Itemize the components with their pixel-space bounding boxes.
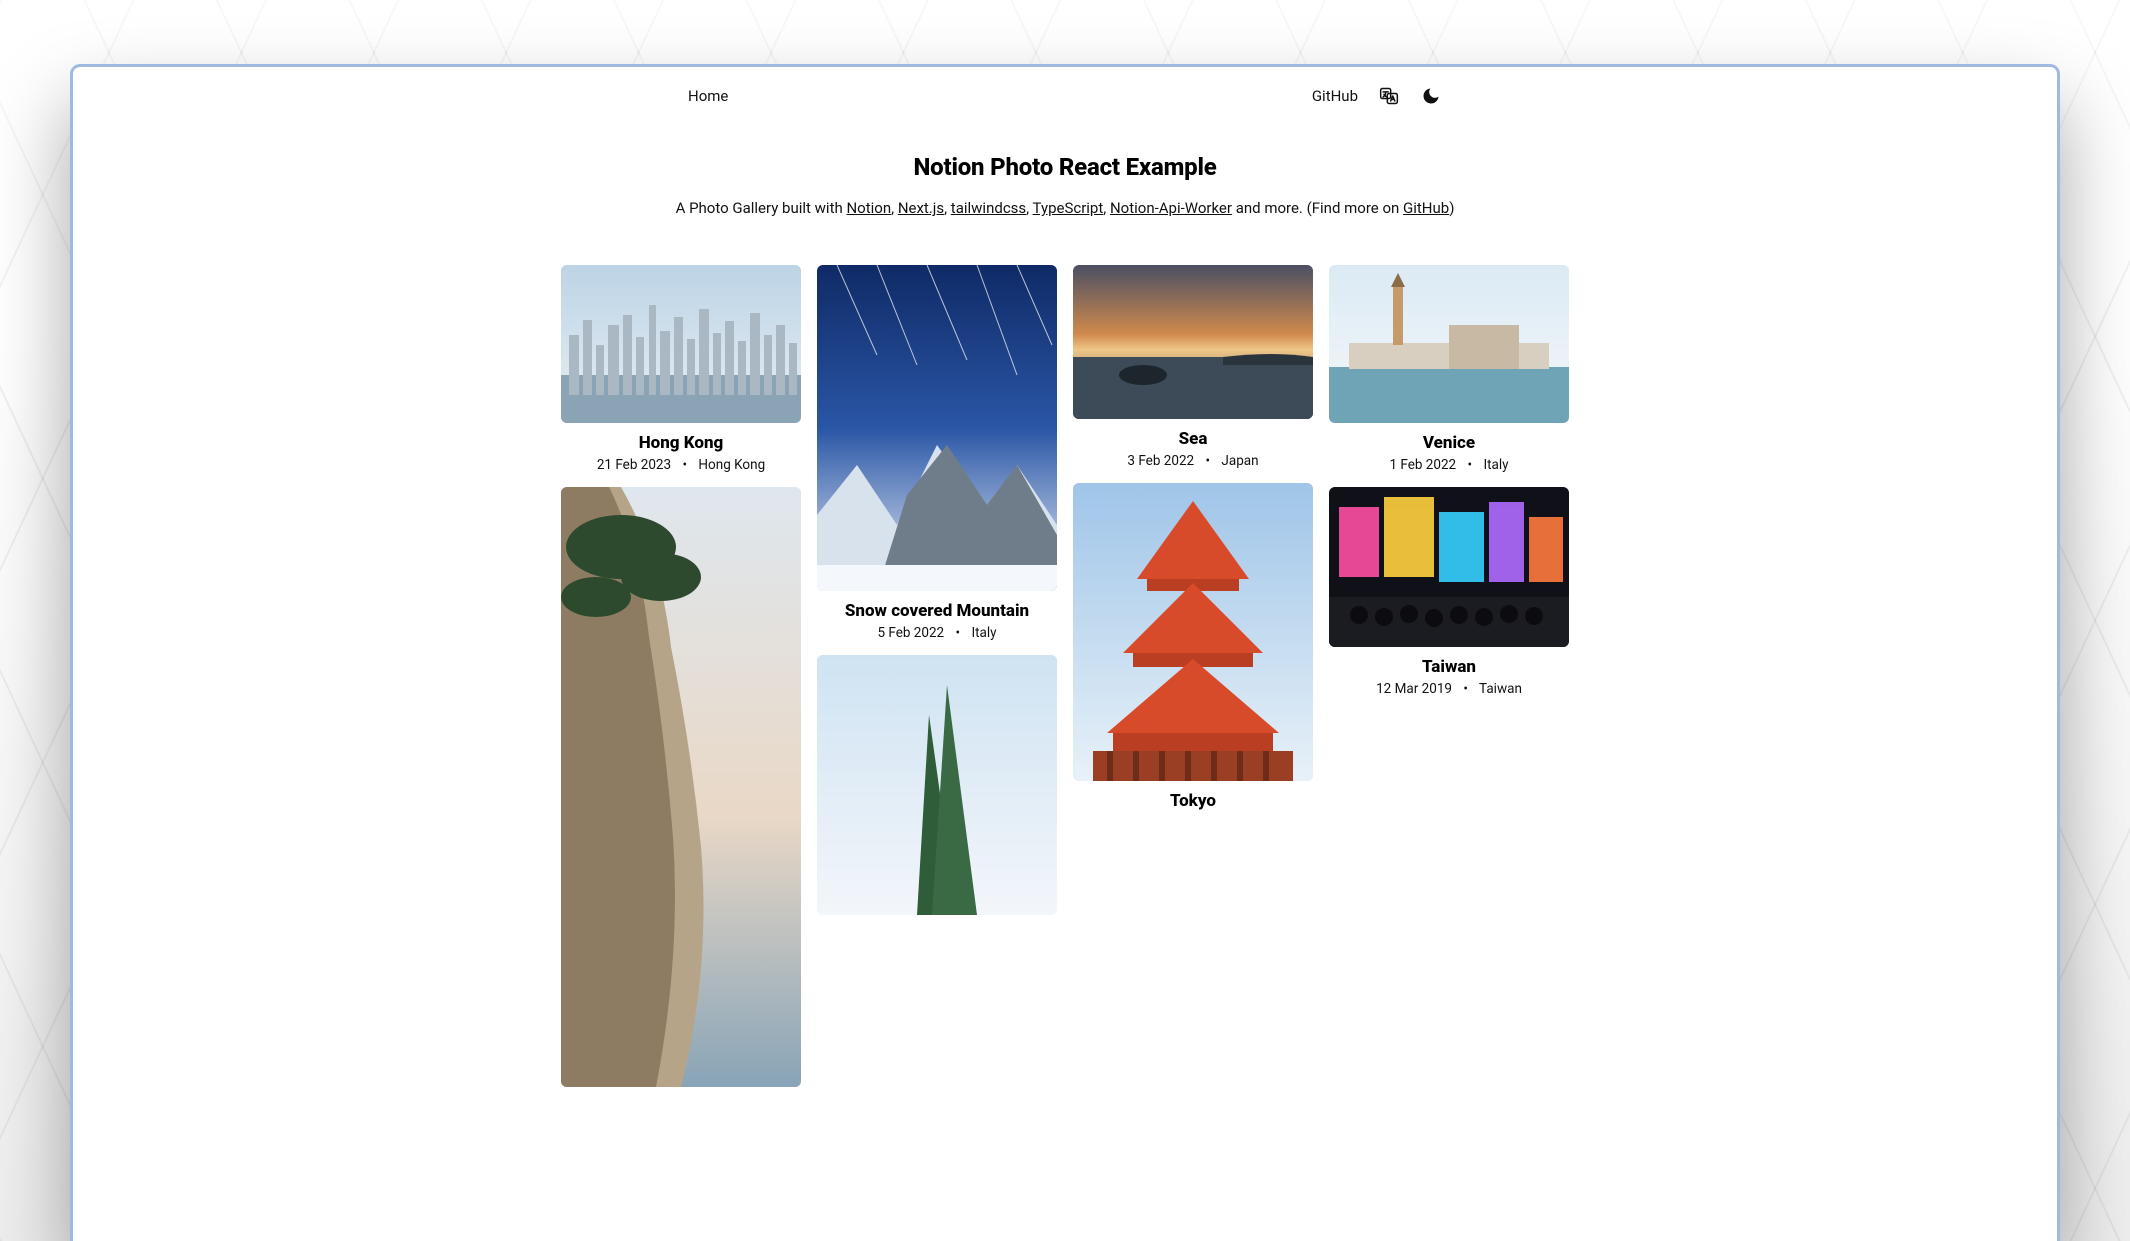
link-typescript[interactable]: TypeScript — [1033, 199, 1104, 217]
link-nextjs[interactable]: Next.js — [898, 199, 944, 217]
photo-gallery: Hong Kong 21 Feb 2023 • Hong Kong — [561, 265, 1569, 1087]
top-nav: Home GitHub — [680, 67, 1450, 117]
photo-card-venice[interactable]: Venice 1 Feb 2022 • Italy — [1329, 265, 1569, 475]
photo-date: 1 Feb 2022 — [1389, 457, 1456, 473]
meta-separator: • — [948, 625, 969, 641]
gallery-column: Sea 3 Feb 2022 • Japan — [1073, 265, 1313, 1087]
photo-thumbnail — [561, 265, 801, 423]
photo-title: Hong Kong — [565, 433, 797, 453]
photo-thumbnail — [817, 655, 1057, 915]
link-notion[interactable]: Notion — [846, 199, 891, 217]
photo-location: Italy — [1483, 457, 1508, 473]
nav-home-link[interactable]: Home — [688, 87, 728, 105]
meta-separator: • — [1455, 681, 1476, 697]
photo-title: Venice — [1333, 433, 1565, 453]
photo-thumbnail — [1073, 483, 1313, 781]
photo-caption: Taiwan 12 Mar 2019 • Taiwan — [1329, 647, 1569, 699]
gallery-column: Hong Kong 21 Feb 2023 • Hong Kong — [561, 265, 801, 1087]
page-title: Notion Photo React Example — [93, 153, 2037, 181]
gallery-column: Snow covered Mountain 5 Feb 2022 • Italy — [817, 265, 1057, 1087]
photo-meta: 21 Feb 2023 • Hong Kong — [565, 457, 797, 473]
photo-date: 5 Feb 2022 — [877, 625, 944, 641]
subtitle-mid: and more. (Find more on — [1232, 199, 1403, 217]
photo-card-cliff[interactable] — [561, 487, 801, 1087]
meta-separator: • — [674, 457, 695, 473]
photo-card-trees[interactable] — [817, 655, 1057, 915]
photo-meta: 12 Mar 2019 • Taiwan — [1333, 681, 1565, 697]
photo-date: 21 Feb 2023 — [597, 457, 671, 473]
photo-location: Italy — [971, 625, 996, 641]
photo-caption: Hong Kong 21 Feb 2023 • Hong Kong — [561, 423, 801, 475]
photo-title: Sea — [1077, 429, 1309, 449]
photo-caption: Sea 3 Feb 2022 • Japan — [1073, 419, 1313, 471]
photo-card-tokyo[interactable]: Tokyo — [1073, 483, 1313, 813]
photo-thumbnail — [1073, 265, 1313, 419]
photo-title: Taiwan — [1333, 657, 1565, 677]
photo-title: Snow covered Mountain — [821, 601, 1053, 621]
photo-caption: Tokyo — [1073, 781, 1313, 813]
photo-thumbnail — [561, 487, 801, 1087]
photo-thumbnail — [817, 265, 1057, 591]
link-github[interactable]: GitHub — [1403, 199, 1449, 217]
hero: Notion Photo React Example A Photo Galle… — [73, 117, 2057, 237]
photo-location: Taiwan — [1479, 681, 1522, 697]
subtitle-suffix: ) — [1449, 199, 1454, 217]
meta-separator: • — [1197, 453, 1218, 469]
photo-thumbnail — [1329, 487, 1569, 647]
language-icon[interactable] — [1378, 85, 1400, 107]
link-notion-api-worker[interactable]: Notion-Api-Worker — [1110, 199, 1232, 217]
photo-thumbnail — [1329, 265, 1569, 423]
subtitle-prefix: A Photo Gallery built with — [676, 199, 847, 217]
photo-caption: Snow covered Mountain 5 Feb 2022 • Italy — [817, 591, 1057, 643]
photo-meta: 3 Feb 2022 • Japan — [1077, 453, 1309, 469]
photo-card-snow-mountain[interactable]: Snow covered Mountain 5 Feb 2022 • Italy — [817, 265, 1057, 643]
browser-window: Home GitHub — [70, 64, 2060, 1241]
photo-meta: 5 Feb 2022 • Italy — [821, 625, 1053, 641]
nav-github-link[interactable]: GitHub — [1312, 87, 1358, 105]
photo-date: 3 Feb 2022 — [1127, 453, 1194, 469]
page-subtitle: A Photo Gallery built with Notion, Next.… — [93, 199, 2037, 217]
photo-card-taiwan[interactable]: Taiwan 12 Mar 2019 • Taiwan — [1329, 487, 1569, 699]
dark-mode-icon[interactable] — [1420, 85, 1442, 107]
gallery-column: Venice 1 Feb 2022 • Italy — [1329, 265, 1569, 1087]
meta-separator: • — [1460, 457, 1481, 473]
photo-meta: 1 Feb 2022 • Italy — [1333, 457, 1565, 473]
photo-date: 12 Mar 2019 — [1376, 681, 1452, 697]
page-viewport: Home GitHub — [73, 67, 2057, 1241]
photo-card-hong-kong[interactable]: Hong Kong 21 Feb 2023 • Hong Kong — [561, 265, 801, 475]
link-tailwindcss[interactable]: tailwindcss — [951, 199, 1026, 217]
photo-location: Japan — [1221, 453, 1258, 469]
photo-caption: Venice 1 Feb 2022 • Italy — [1329, 423, 1569, 475]
photo-location: Hong Kong — [698, 457, 765, 473]
photo-title: Tokyo — [1077, 791, 1309, 811]
photo-card-sea[interactable]: Sea 3 Feb 2022 • Japan — [1073, 265, 1313, 471]
